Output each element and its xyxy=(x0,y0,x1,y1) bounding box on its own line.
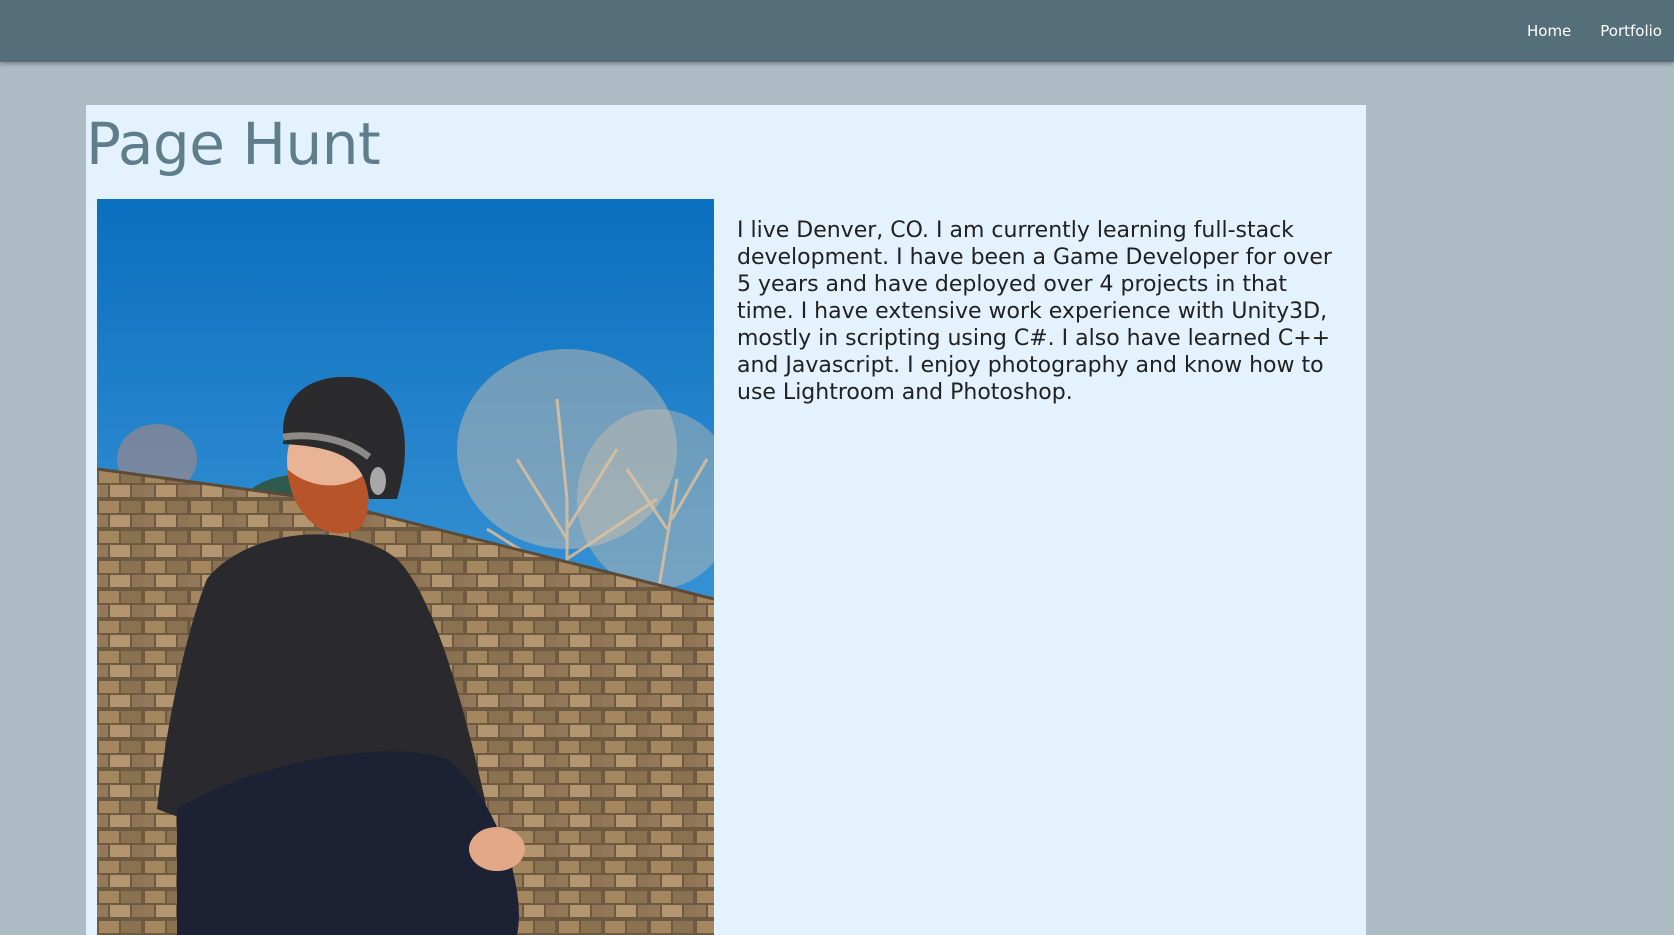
top-navbar: Home Portfolio xyxy=(0,0,1674,62)
nav-links: Home Portfolio xyxy=(1498,0,1662,62)
page-title: Page Hunt xyxy=(86,110,381,178)
profile-card: Page Hunt I live Denver, CO. I am curren… xyxy=(86,105,1366,935)
bio-text: I live Denver, CO. I am currently learni… xyxy=(737,218,1332,405)
nav-home-link[interactable]: Home xyxy=(1527,22,1571,40)
nav-portfolio-link[interactable]: Portfolio xyxy=(1600,22,1662,40)
profile-photo xyxy=(97,199,714,935)
